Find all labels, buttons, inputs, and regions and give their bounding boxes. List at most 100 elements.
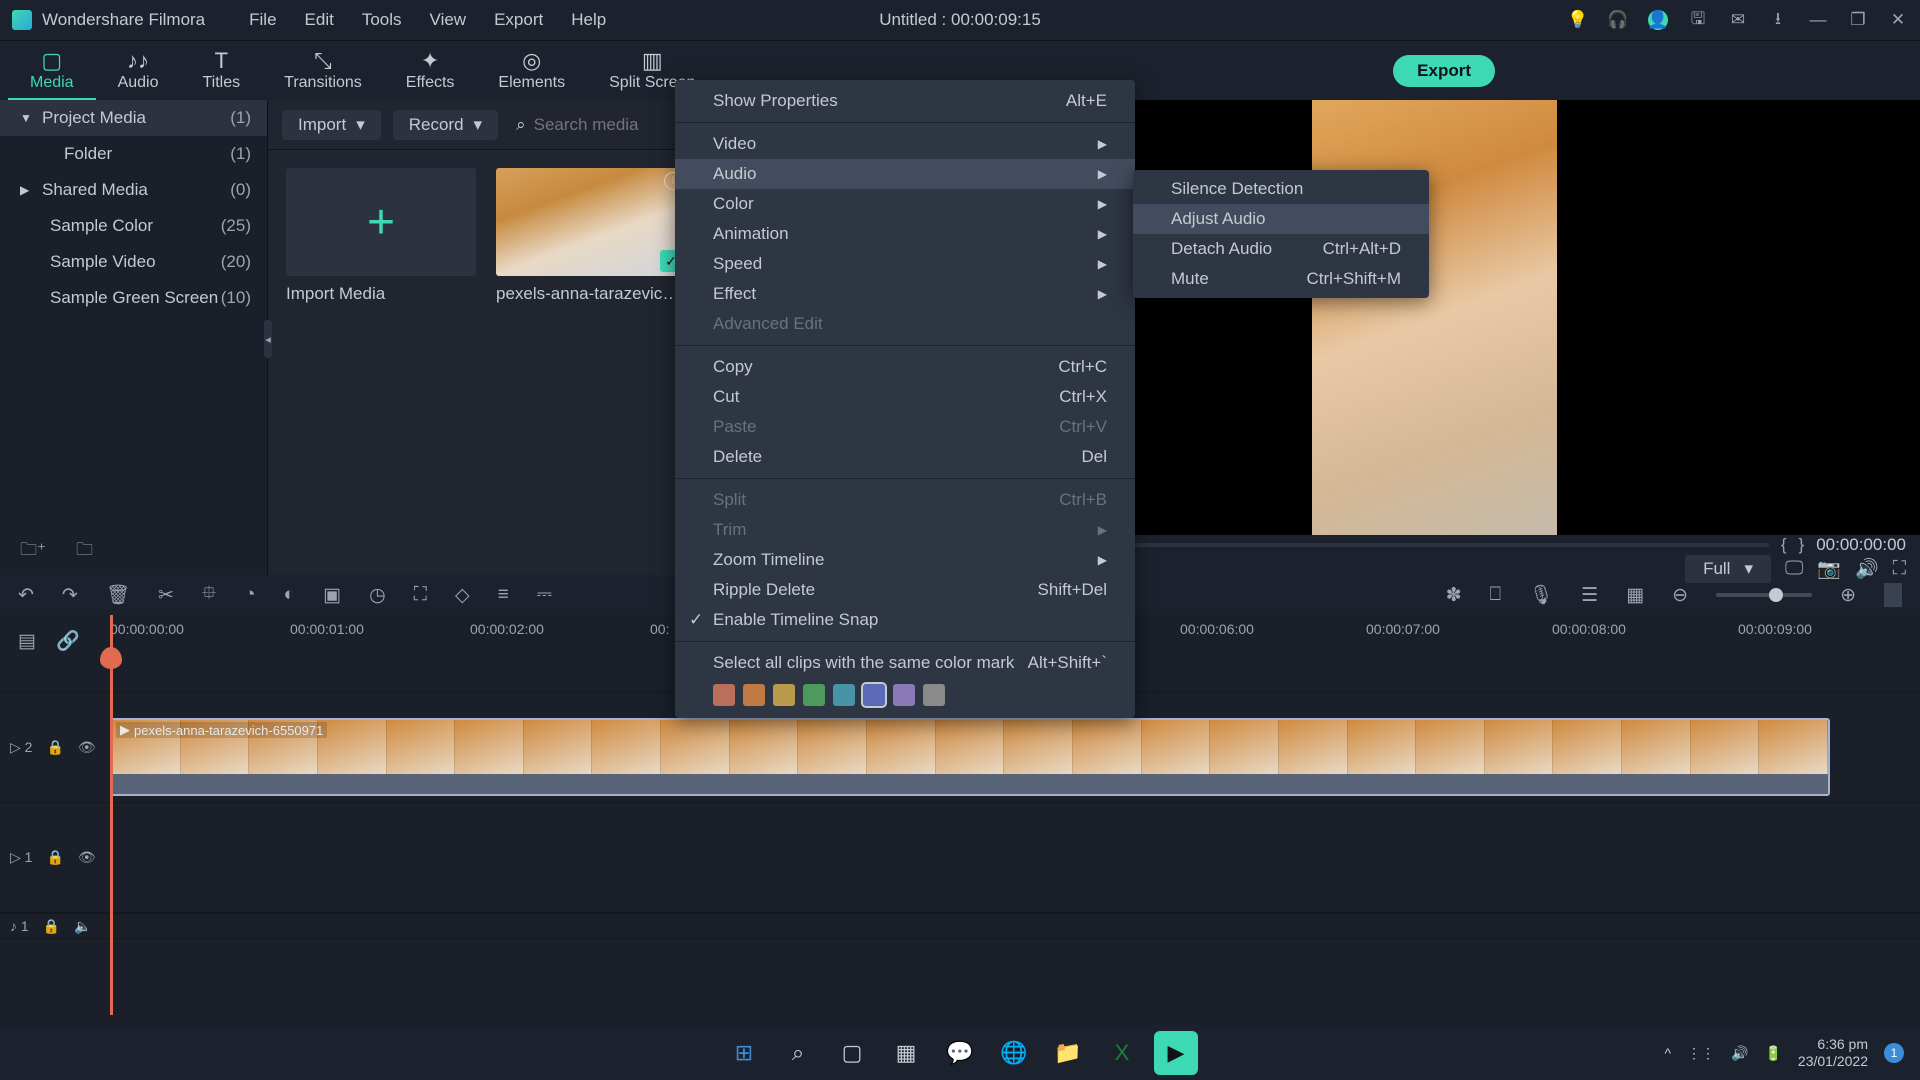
library-item-folder[interactable]: Folder(1): [0, 136, 267, 172]
playhead[interactable]: [110, 615, 113, 1015]
widgets-icon[interactable]: ▦: [884, 1031, 928, 1075]
media-clip-tile[interactable]: i✓ pexels-anna-tarazevich-6...: [496, 168, 686, 304]
color-swatch[interactable]: [743, 684, 765, 706]
minimize-icon[interactable]: —: [1808, 10, 1828, 30]
system-clock[interactable]: 6:36 pm23/01/2022: [1798, 1036, 1868, 1070]
color-swatch[interactable]: [893, 684, 915, 706]
undo-icon[interactable]: ↶: [18, 584, 34, 607]
color-icon[interactable]: ◐: [284, 584, 295, 606]
timeline-clip[interactable]: ▶ pexels-anna-tarazevich-6550971: [110, 718, 1830, 796]
ctx-speed[interactable]: Speed▶: [675, 249, 1135, 279]
save-icon[interactable]: 🖫: [1688, 10, 1708, 30]
ctx-delete[interactable]: DeleteDel: [675, 442, 1135, 472]
ctx-effect[interactable]: Effect▶: [675, 279, 1135, 309]
adjust-icon[interactable]: ≡: [498, 584, 509, 606]
ctx-animation[interactable]: Animation▶: [675, 219, 1135, 249]
sound-icon[interactable]: 🔊: [1731, 1045, 1748, 1062]
tab-transitions[interactable]: ⤡Transitions: [262, 50, 384, 92]
ctx-zoom-timeline[interactable]: Zoom Timeline▶: [675, 545, 1135, 575]
delete-icon[interactable]: 🗑: [106, 583, 130, 607]
lock-icon[interactable]: 🔒: [43, 918, 60, 935]
audio-track-1[interactable]: ♪ 1🔒🔈: [0, 913, 1920, 939]
tab-audio[interactable]: ♪♪Audio: [96, 50, 181, 92]
ctx-color[interactable]: Color▶: [675, 189, 1135, 219]
color-swatch[interactable]: [833, 684, 855, 706]
tab-effects[interactable]: ✦Effects: [384, 50, 477, 92]
track-manager-icon[interactable]: ▤: [18, 630, 36, 653]
import-dropdown[interactable]: Import▾: [282, 110, 381, 140]
zoom-slider[interactable]: [1716, 593, 1812, 597]
import-media-tile[interactable]: + Import Media: [286, 168, 476, 304]
ctx-enable-snap[interactable]: ✓Enable Timeline Snap: [675, 605, 1135, 635]
zoom-in-icon[interactable]: ⊕: [1840, 584, 1856, 607]
mute-icon[interactable]: 🔈: [74, 918, 91, 935]
chrome-icon[interactable]: 🌐: [992, 1031, 1036, 1075]
taskbar-search-icon[interactable]: ⌕: [776, 1031, 820, 1075]
tips-icon[interactable]: 💡: [1568, 10, 1588, 30]
menu-help[interactable]: Help: [557, 10, 620, 30]
fullscreen-icon[interactable]: ⛶: [1893, 558, 1906, 580]
menu-edit[interactable]: Edit: [291, 10, 348, 30]
download-icon[interactable]: ⭳: [1768, 10, 1788, 30]
duration-icon[interactable]: ◷: [369, 584, 386, 607]
tab-media[interactable]: ▢Media: [8, 50, 96, 100]
lock-icon[interactable]: 🔒: [46, 739, 63, 756]
record-dropdown[interactable]: Record▾: [393, 110, 498, 140]
task-view-icon[interactable]: ▢: [830, 1031, 874, 1075]
wifi-icon[interactable]: ⋮⋮: [1687, 1045, 1715, 1062]
submenu-mute[interactable]: MuteCtrl+Shift+M: [1133, 264, 1429, 294]
submenu-detach-audio[interactable]: Detach AudioCtrl+Alt+D: [1133, 234, 1429, 264]
color-swatch[interactable]: [863, 684, 885, 706]
menu-file[interactable]: File: [235, 10, 290, 30]
marker-icon[interactable]: ⎕: [1490, 584, 1501, 606]
menu-view[interactable]: View: [416, 10, 481, 30]
support-icon[interactable]: 🎧: [1608, 10, 1628, 30]
mixer-icon[interactable]: ☰: [1581, 584, 1598, 607]
color-swatch[interactable]: [803, 684, 825, 706]
ctx-audio[interactable]: Audio▶: [675, 159, 1135, 189]
voiceover-icon[interactable]: 🎙: [1529, 583, 1553, 607]
ctx-ripple-delete[interactable]: Ripple DeleteShift+Del: [675, 575, 1135, 605]
account-icon[interactable]: 👤: [1648, 10, 1668, 30]
explorer-icon[interactable]: 📁: [1046, 1031, 1090, 1075]
excel-icon[interactable]: X: [1100, 1031, 1144, 1075]
battery-icon[interactable]: 🔋: [1764, 1045, 1781, 1062]
ctx-select-same-color[interactable]: Select all clips with the same color mar…: [675, 648, 1135, 678]
tab-titles[interactable]: TTitles: [181, 50, 263, 92]
mark-out-icon[interactable]: }: [1799, 535, 1805, 555]
teams-icon[interactable]: 💬: [938, 1031, 982, 1075]
preview-render-icon[interactable]: ▦: [1626, 584, 1644, 607]
display-icon[interactable]: 🖵: [1785, 558, 1803, 580]
eye-icon[interactable]: 👁: [78, 739, 96, 756]
new-folder-icon[interactable]: 🗀⁺: [20, 537, 46, 566]
split-tool-icon[interactable]: ✂: [158, 584, 174, 607]
render-icon[interactable]: ✽: [1446, 584, 1462, 607]
mark-in-icon[interactable]: {: [1781, 535, 1787, 555]
volume-icon[interactable]: 🔊: [1855, 557, 1879, 581]
green-screen-icon[interactable]: ▣: [323, 584, 341, 607]
library-item-shared-media[interactable]: ▶Shared Media(0): [0, 172, 267, 208]
ctx-copy[interactable]: CopyCtrl+C: [675, 352, 1135, 382]
redo-icon[interactable]: ↷: [62, 584, 78, 607]
eye-icon[interactable]: 👁: [78, 849, 96, 866]
submenu-adjust-audio[interactable]: Adjust Audio: [1133, 204, 1429, 234]
crop-icon[interactable]: ⯐: [202, 579, 216, 611]
library-item-sample-green-screen[interactable]: Sample Green Screen(10): [0, 280, 267, 316]
color-swatch[interactable]: [923, 684, 945, 706]
timeline-navigator[interactable]: [1884, 583, 1902, 607]
quality-select[interactable]: Full▾: [1685, 555, 1771, 583]
audio-mixer-icon[interactable]: ⎓: [537, 584, 552, 606]
library-item-sample-color[interactable]: Sample Color(25): [0, 208, 267, 244]
color-swatch[interactable]: [773, 684, 795, 706]
library-item-sample-video[interactable]: Sample Video(20): [0, 244, 267, 280]
close-icon[interactable]: ✕: [1888, 10, 1908, 30]
tab-elements[interactable]: ◎Elements: [476, 50, 587, 92]
zoom-out-icon[interactable]: ⊖: [1672, 584, 1688, 607]
export-button[interactable]: Export: [1393, 55, 1495, 87]
keyframe-nav-icon[interactable]: ⛶: [414, 584, 427, 606]
ctx-cut[interactable]: CutCtrl+X: [675, 382, 1135, 412]
menu-export[interactable]: Export: [480, 10, 557, 30]
start-icon[interactable]: ⊞: [722, 1031, 766, 1075]
link-icon[interactable]: 🔗: [56, 629, 80, 653]
snapshot-icon[interactable]: 📷: [1817, 557, 1841, 581]
